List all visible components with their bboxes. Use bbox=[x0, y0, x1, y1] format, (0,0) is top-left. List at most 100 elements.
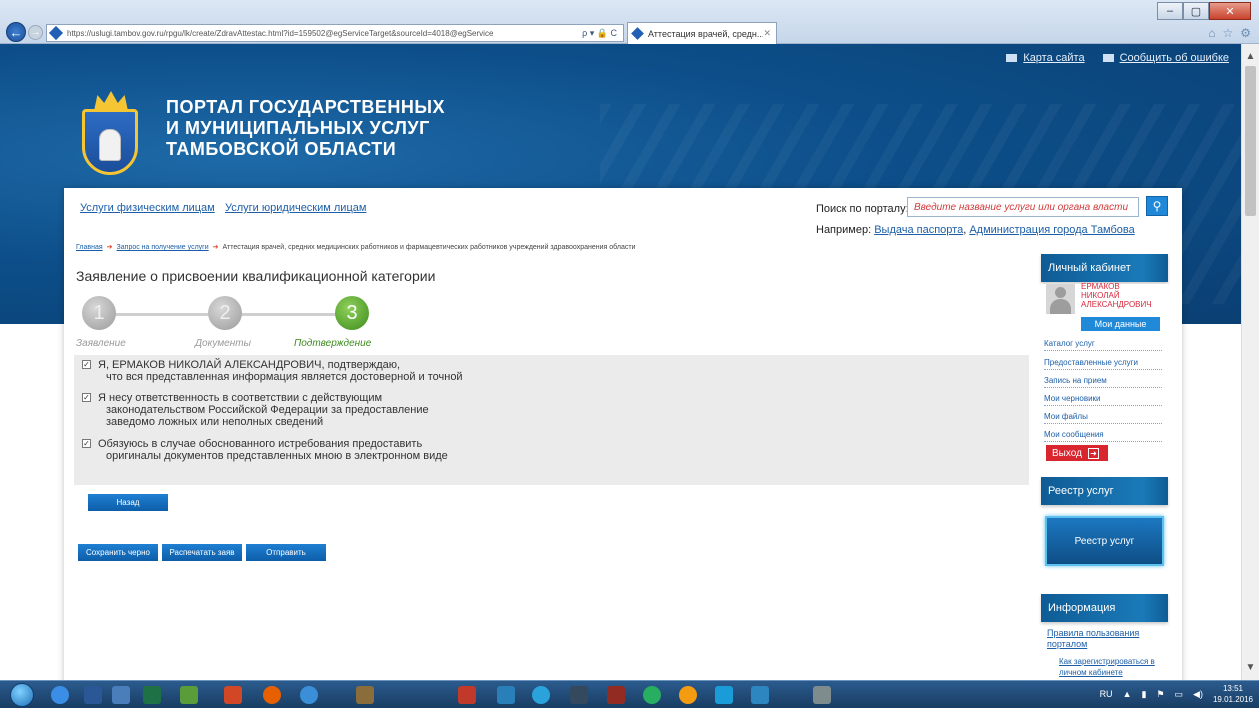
step-progress: 1 2 3 bbox=[78, 296, 370, 332]
info-link-rules[interactable]: Правила пользования порталом bbox=[1047, 628, 1157, 650]
back-button[interactable]: ← bbox=[6, 22, 26, 42]
flag-tray-icon[interactable]: ⚑ bbox=[1156, 689, 1164, 700]
volume-tray-icon[interactable]: ◀) bbox=[1193, 689, 1203, 700]
tab-close-icon[interactable]: ✕ bbox=[763, 28, 771, 39]
search-examples: Например: Выдача паспорта, Администрация… bbox=[816, 224, 1135, 236]
checkbox-label-line: что вся представленная информация являет… bbox=[106, 371, 463, 383]
portal-title-line: ТАМБОВСКОЙ ОБЛАСТИ bbox=[166, 139, 397, 159]
report-error-label: Сообщить об ошибке bbox=[1119, 52, 1229, 64]
checkbox[interactable]: ✓ bbox=[82, 360, 91, 369]
my-data-button[interactable]: Мои данные bbox=[1081, 317, 1160, 331]
scroll-down-icon[interactable]: ▼ bbox=[1242, 659, 1259, 676]
breadcrumb-service-request[interactable]: Запрос на получение услуги bbox=[117, 244, 209, 251]
info-link-registration[interactable]: Как зарегистрироваться в личном кабинете bbox=[1059, 656, 1164, 678]
breadcrumb-home[interactable]: Главная bbox=[76, 244, 103, 251]
search-app-icon[interactable] bbox=[643, 686, 661, 704]
vertical-scrollbar[interactable]: ▲ ▼ bbox=[1241, 44, 1259, 680]
settings-gear-icon[interactable]: ⚙ bbox=[1240, 26, 1251, 40]
logout-button[interactable]: Выход ➜ bbox=[1046, 445, 1108, 461]
sidebar-link-drafts[interactable]: Мои черновики bbox=[1044, 394, 1162, 406]
checkbox-label-line: законодательством Российской Федерации з… bbox=[106, 404, 429, 416]
checkbox-label: Я, ЕРМАКОВ НИКОЛАЙ АЛЕКСАНДРОВИЧ, подтве… bbox=[98, 359, 463, 383]
address-url[interactable]: https://uslugi.tambov.gov.ru/rpgu/lk/cre… bbox=[67, 29, 576, 38]
internet-explorer-icon[interactable] bbox=[51, 686, 69, 704]
start-button[interactable] bbox=[10, 683, 34, 707]
close-button[interactable]: ✕ bbox=[1209, 2, 1251, 20]
personal-cabinet-header: Личный кабинет bbox=[1041, 254, 1168, 282]
home-icon[interactable]: ⌂ bbox=[1208, 26, 1215, 40]
search-icon: ⚲ bbox=[1152, 199, 1162, 213]
warning-app-icon[interactable] bbox=[679, 686, 697, 704]
network-tray-icon[interactable]: ▮ bbox=[1141, 689, 1146, 700]
windows-taskbar: RU ▲ ▮ ⚑ ▭ ◀) 13:51 19.01.2016 bbox=[0, 680, 1259, 708]
checkbox-label: Я несу ответственность в соответствии с … bbox=[98, 392, 429, 428]
address-bar[interactable]: https://uslugi.tambov.gov.ru/rpgu/lk/cre… bbox=[46, 24, 624, 42]
skype-icon[interactable] bbox=[715, 686, 733, 704]
registry-card-button[interactable]: Реестр услуг bbox=[1045, 516, 1164, 566]
clock-time: 13:51 bbox=[1222, 684, 1243, 693]
scroll-thumb[interactable] bbox=[1245, 66, 1256, 216]
telegram-icon[interactable] bbox=[532, 686, 550, 704]
user-name[interactable]: ЕРМАКОВ НИКОЛАЙ АЛЕКСАНДРОВИЧ bbox=[1081, 282, 1152, 309]
excel-icon[interactable] bbox=[143, 686, 161, 704]
example-link-tambov-admin[interactable]: Администрация города Тамбова bbox=[969, 224, 1134, 236]
tank-game-icon[interactable] bbox=[813, 686, 831, 704]
registry-header: Реестр услуг bbox=[1041, 477, 1168, 505]
back-step-button[interactable]: Назад bbox=[88, 494, 168, 511]
messenger-icon[interactable] bbox=[751, 686, 769, 704]
cube-app-icon[interactable] bbox=[497, 686, 515, 704]
avatar[interactable] bbox=[1046, 284, 1075, 314]
report-error-link[interactable]: Сообщить об ошибке bbox=[1102, 52, 1229, 64]
language-indicator[interactable]: RU bbox=[1100, 689, 1113, 699]
tab-legal-entities[interactable]: Услуги юридическим лицам bbox=[225, 202, 366, 214]
confirm-responsibility-checkbox-item[interactable]: ✓ Я несу ответственность в соответствии … bbox=[82, 392, 429, 428]
browser-tab[interactable]: Аттестация врачей, средн... ✕ bbox=[627, 22, 777, 44]
portal-title[interactable]: ПОРТАЛ ГОСУДАРСТВЕННЫХ И МУНИЦИПАЛЬНЫХ У… bbox=[166, 97, 445, 160]
document-icon[interactable] bbox=[112, 686, 130, 704]
example-link-passport[interactable]: Выдача паспорта bbox=[874, 224, 963, 236]
checkbox[interactable]: ✓ bbox=[82, 439, 91, 448]
firefox-icon[interactable] bbox=[263, 686, 281, 704]
submit-button[interactable]: Отправить bbox=[246, 544, 326, 561]
tab-individuals[interactable]: Услуги физическим лицам bbox=[80, 202, 215, 214]
sitemap-link[interactable]: Карта сайта bbox=[1006, 52, 1085, 64]
example-label: Например: bbox=[816, 224, 872, 236]
sidebar-link-catalog[interactable]: Каталог услуг bbox=[1044, 339, 1162, 351]
chart-app-icon[interactable] bbox=[458, 686, 476, 704]
search-input[interactable] bbox=[907, 197, 1139, 217]
print-application-button[interactable]: Распечатать заяв bbox=[162, 544, 242, 561]
service-nav: Услуги физическим лицам Услуги юридическ… bbox=[64, 188, 1182, 236]
sidebar-link-messages[interactable]: Мои сообщения bbox=[1044, 430, 1162, 442]
minimize-button[interactable]: – bbox=[1157, 2, 1183, 20]
main-content: Услуги физическим лицам Услуги юридическ… bbox=[64, 188, 1182, 680]
powerpoint-icon[interactable] bbox=[224, 686, 242, 704]
checkbox[interactable]: ✓ bbox=[82, 393, 91, 402]
address-tools[interactable]: ρ ▾ 🔒 C bbox=[576, 28, 623, 39]
tray-expand-icon[interactable]: ▲ bbox=[1123, 689, 1132, 699]
sidebar-link-appointment[interactable]: Запись на прием bbox=[1044, 376, 1162, 388]
clock[interactable]: 13:51 19.01.2016 bbox=[1213, 683, 1253, 705]
scroll-up-icon[interactable]: ▲ bbox=[1242, 48, 1259, 65]
game-icon[interactable] bbox=[356, 686, 374, 704]
app-icon[interactable] bbox=[607, 686, 625, 704]
word-icon[interactable] bbox=[84, 686, 102, 704]
step-3-circle: 3 bbox=[335, 296, 369, 330]
network-icon[interactable] bbox=[300, 686, 318, 704]
info-header: Информация bbox=[1041, 594, 1168, 622]
forward-button[interactable]: → bbox=[28, 25, 43, 40]
sidebar-link-provided-services[interactable]: Предоставленные услуги bbox=[1044, 358, 1162, 370]
save-draft-button[interactable]: Сохранить черно bbox=[78, 544, 158, 561]
region-coat-of-arms-logo[interactable] bbox=[76, 89, 146, 181]
favorites-star-icon[interactable]: ☆ bbox=[1222, 26, 1233, 40]
dev-tool-icon[interactable] bbox=[570, 686, 588, 704]
confirm-originals-checkbox-item[interactable]: ✓ Обязуюсь в случае обоснованного истреб… bbox=[82, 438, 448, 462]
confirm-accuracy-checkbox-item[interactable]: ✓ Я, ЕРМАКОВ НИКОЛАЙ АЛЕКСАНДРОВИЧ, подт… bbox=[82, 359, 463, 383]
image-viewer-icon[interactable] bbox=[180, 686, 198, 704]
search-button[interactable]: ⚲ bbox=[1146, 196, 1168, 216]
maximize-button[interactable]: ▢ bbox=[1183, 2, 1209, 20]
envelope-icon bbox=[1102, 54, 1114, 63]
monitor-tray-icon[interactable]: ▭ bbox=[1175, 689, 1184, 700]
top-links: Карта сайта Сообщить об ошибке bbox=[1006, 52, 1229, 64]
checkbox-label-line: Я, ЕРМАКОВ НИКОЛАЙ АЛЕКСАНДРОВИЧ, подтве… bbox=[98, 359, 401, 371]
sidebar-link-files[interactable]: Мои файлы bbox=[1044, 412, 1162, 424]
